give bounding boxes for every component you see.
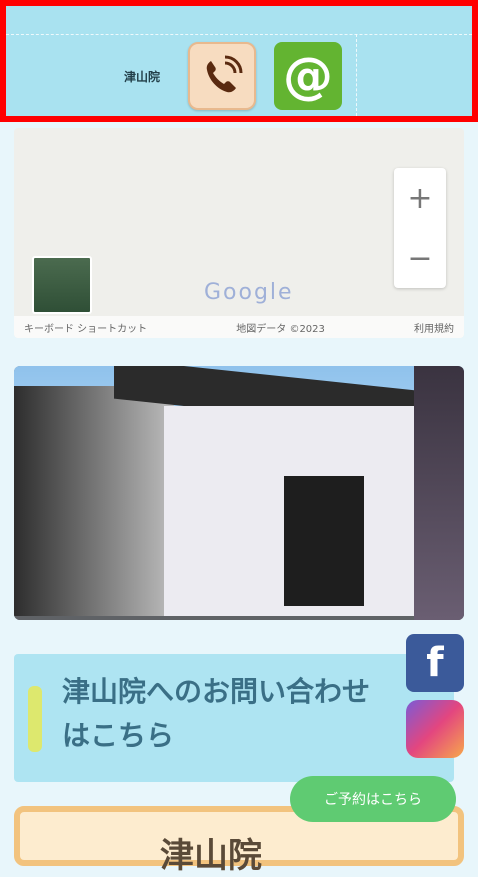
brand-name: 津山院 bbox=[124, 70, 161, 84]
reservation-button[interactable]: ご予約はこちら bbox=[290, 776, 456, 822]
map-terms-link[interactable]: 利用規約 bbox=[414, 320, 454, 335]
zoom-in-button[interactable]: + bbox=[407, 181, 432, 216]
header-divider bbox=[6, 34, 472, 35]
phone-button[interactable] bbox=[188, 42, 256, 110]
contact-heading: 津山院へのお問い合わせはこちら bbox=[62, 675, 371, 752]
at-sign-icon: @ bbox=[283, 47, 333, 105]
instagram-button[interactable] bbox=[406, 700, 464, 758]
map-satellite-toggle[interactable] bbox=[32, 256, 92, 314]
header-vertical-divider bbox=[356, 34, 357, 116]
google-map[interactable]: + − Google キーボード ショートカット 地図データ ©2023 利用規… bbox=[14, 128, 464, 338]
facebook-button[interactable]: f bbox=[406, 634, 464, 692]
contact-info-banner[interactable]: 津山院へのお問い合わせはこちら bbox=[14, 654, 454, 782]
zoom-out-button[interactable]: − bbox=[407, 241, 432, 276]
map-data-credit: 地図データ ©2023 bbox=[236, 323, 325, 335]
clinic-card-title: 津山院 bbox=[160, 836, 262, 876]
map-shortcuts-link[interactable]: キーボード ショートカット bbox=[24, 320, 147, 335]
map-footer: キーボード ショートカット 地図データ ©2023 利用規約 bbox=[14, 316, 464, 338]
clinic-building-photo bbox=[14, 366, 464, 620]
google-logo: Google bbox=[204, 280, 294, 305]
facebook-icon: f bbox=[426, 640, 444, 686]
site-header: 津山院 @ bbox=[0, 0, 478, 122]
mail-button[interactable]: @ bbox=[274, 42, 342, 110]
phone-icon bbox=[206, 55, 243, 93]
banner-accent bbox=[28, 686, 42, 752]
map-zoom-controls: + − bbox=[394, 168, 446, 288]
